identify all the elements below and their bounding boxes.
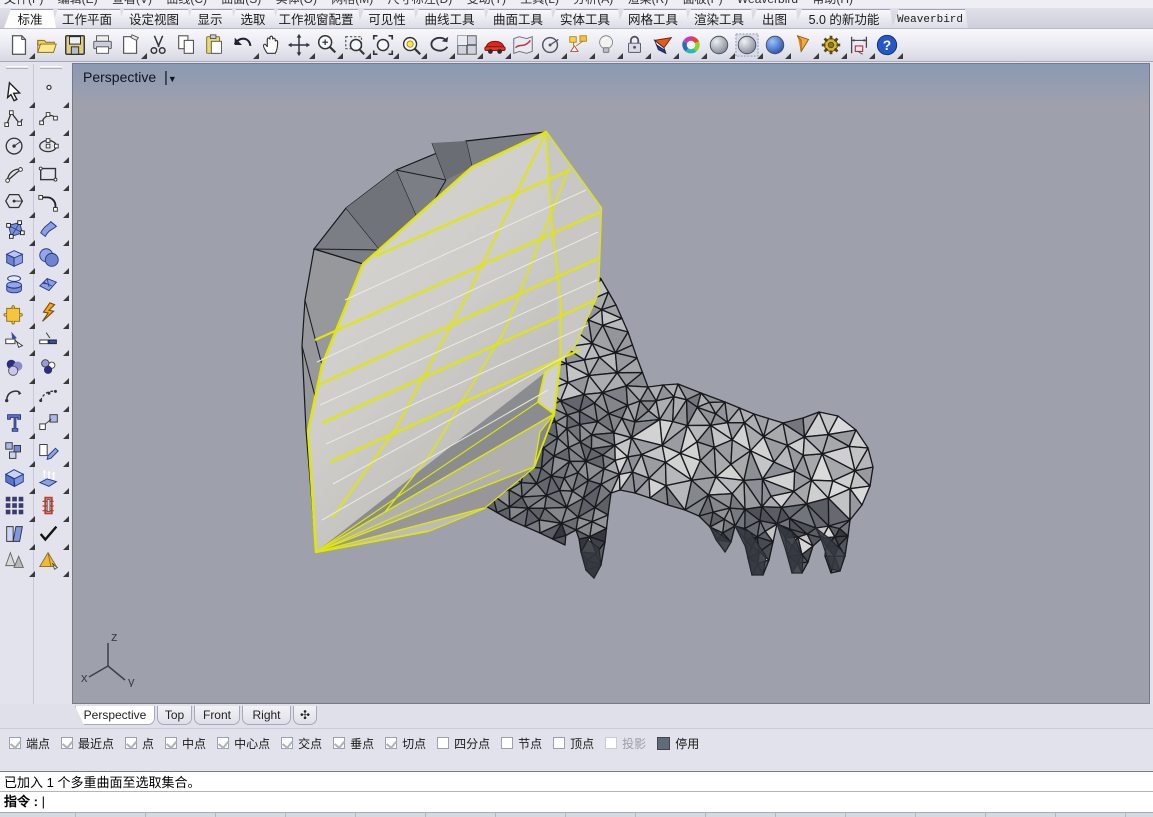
svg-text:z: z <box>111 629 118 644</box>
svg-text:y: y <box>128 674 135 687</box>
svg-text:?: ? <box>883 37 891 53</box>
svg-text:x: x <box>81 670 88 685</box>
